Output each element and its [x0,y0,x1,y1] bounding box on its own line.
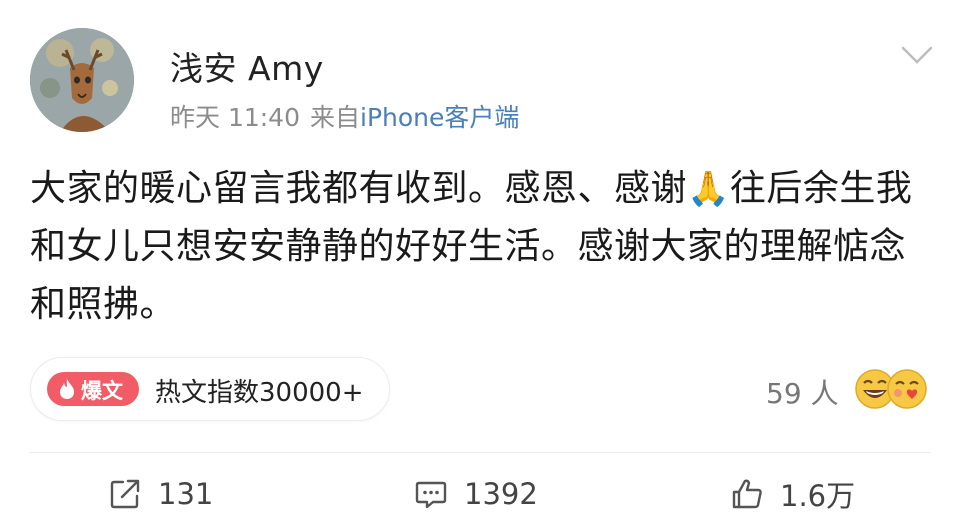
comment-icon [415,481,447,509]
chevron-down-icon[interactable] [900,44,934,68]
source-prefix: 来自 [310,103,361,132]
thumbs-up-icon [732,479,762,509]
avatar[interactable] [30,28,134,132]
praying-hands-icon: 🙏 [687,169,730,209]
post-meta: 昨天 11:40 来自iPhone客户端 [170,98,529,134]
username[interactable]: 浅安 Amy [170,42,324,90]
deer-avatar-image [30,28,134,132]
reactions-summary[interactable]: 59 人 [760,368,940,412]
repost-count: 131 [158,477,214,511]
post-time: 昨天 11:40 [170,103,300,132]
comment-count: 1392 [464,477,538,511]
post-source: iPhone客户端 [360,103,520,132]
repost-button[interactable]: 131 [108,474,213,514]
kiss-emoji-icon [887,369,927,409]
comment-button[interactable]: 1392 [414,474,538,514]
hot-index-text: 热文指数30000+ [155,378,364,408]
post-text: 大家的暖心留言我都有收到。感恩、感谢🙏往后余生我和女儿只想安安静静的好好生活。感… [30,160,920,334]
action-bar: 131 1392 1.6万 [0,470,960,522]
flame-icon [60,379,74,399]
reaction-count: 59 人 [766,377,839,410]
hot-badge-label: 爆文 [81,379,123,403]
like-count: 1.6万 [780,479,856,513]
divider [30,452,930,453]
post-text-part1: 大家的暖心留言我都有收到。感恩、感谢 [30,168,688,209]
post-header: 浅安 Amy 昨天 11:40 来自iPhone客户端 [30,28,940,138]
hot-index-pill[interactable]: 爆文 热文指数30000+ [30,357,390,421]
repost-icon [110,479,140,509]
like-button[interactable]: 1.6万 [730,474,855,514]
hot-badge: 爆文 [47,372,139,406]
